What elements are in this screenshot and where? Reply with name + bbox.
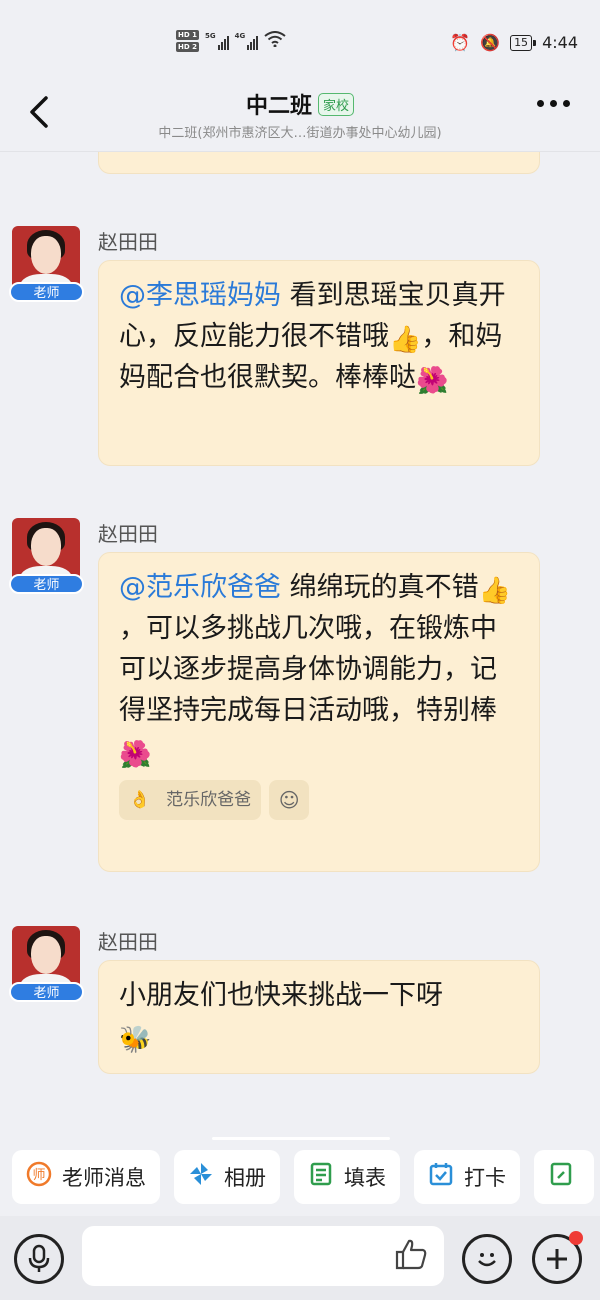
more-dot-icon xyxy=(563,100,570,107)
ok-hand-icon: 👌 xyxy=(129,789,151,810)
hd1-label: HD 1 xyxy=(176,30,199,40)
checkin-button[interactable]: 打卡 xyxy=(414,1150,520,1204)
alarm-icon: ⏰ xyxy=(450,33,471,52)
teacher-icon: 师 xyxy=(26,1161,52,1193)
notice-button[interactable] xyxy=(534,1150,594,1204)
svg-text:师: 师 xyxy=(32,1168,45,1183)
scroll-indicator xyxy=(212,1137,390,1140)
sender-name: 赵田田 xyxy=(98,522,158,546)
tool-label: 老师消息 xyxy=(62,1166,146,1190)
clock: 4:44 xyxy=(542,33,578,52)
thumbs-up-icon[interactable] xyxy=(394,1238,428,1278)
page-subtitle: 中二班(郑州市惠济区大…街道办事处中心幼儿园) xyxy=(158,126,442,141)
page-title: 中二班 xyxy=(245,94,312,119)
more-dot-icon xyxy=(537,100,544,107)
network-type-2: 4G xyxy=(234,32,246,40)
message-bubble[interactable]: @李思瑶妈妈 看到思瑶宝贝真开心，反应能力很不错哦👍，和妈妈配合也很默契。棒棒哒… xyxy=(98,260,540,466)
reaction-user: 范乐欣爸爸 xyxy=(166,789,252,810)
message-bubble[interactable]: @范乐欣爸爸 绵绵玩的真不错👍 ，可以多挑战几次哦，在锻炼中可以逐步提高身体协调能… xyxy=(98,552,540,872)
battery-icon: 15 xyxy=(510,34,537,51)
thumbs-up-emoji: 👍 xyxy=(389,325,422,355)
more-options-button[interactable] xyxy=(537,100,570,107)
mute-icon: 🔕 xyxy=(480,33,501,52)
signal-icon-2: 4G xyxy=(235,32,259,50)
mention-link[interactable]: @李思瑶妈妈 xyxy=(119,280,281,311)
pinwheel-icon xyxy=(188,1161,214,1193)
album-button[interactable]: 相册 xyxy=(174,1150,280,1204)
status-bar: HD 1 HD 2 5G 4G ⏰ 🔕 15 4:44 xyxy=(0,0,600,70)
nav-bar: 中二班 家校 中二班(郑州市惠济区大…街道办事处中心幼儿园) xyxy=(0,70,600,152)
flower-emoji: 🌺 xyxy=(416,366,449,396)
message-bubble[interactable]: 小朋友们也快来挑战一下呀 🐝 xyxy=(98,960,540,1074)
wifi-icon xyxy=(264,30,286,52)
emoji-button[interactable] xyxy=(462,1234,512,1284)
voice-button[interactable] xyxy=(14,1234,64,1284)
tool-label: 填表 xyxy=(344,1166,386,1190)
hd-indicator: HD 1 HD 2 xyxy=(176,30,199,52)
sender-name: 赵田田 xyxy=(98,230,158,254)
form-icon xyxy=(308,1161,334,1193)
microphone-icon xyxy=(28,1244,50,1272)
notification-dot xyxy=(569,1231,583,1245)
teacher-badge: 老师 xyxy=(9,282,84,302)
emoji-plus-icon[interactable]: ☺ xyxy=(269,780,310,820)
thumbs-up-emoji: 👍 xyxy=(478,576,511,606)
message-text: 绵绵玩的真不错 xyxy=(281,572,479,603)
checkin-icon xyxy=(428,1161,454,1193)
quick-toolbar: 师 老师消息 相册 填表 打卡 xyxy=(12,1150,594,1204)
notice-icon xyxy=(548,1161,574,1193)
smiley-icon xyxy=(478,1253,496,1267)
input-bar xyxy=(0,1216,600,1300)
bee-emoji: 🐝 xyxy=(119,1025,152,1055)
mention-link[interactable]: @范乐欣爸爸 xyxy=(119,572,281,603)
flower-emoji: 🌺 xyxy=(119,740,152,770)
sender-name: 赵田田 xyxy=(98,930,158,954)
more-dot-icon xyxy=(550,100,557,107)
teacher-badge: 老师 xyxy=(9,574,84,594)
network-type-1: 5G xyxy=(204,32,216,40)
reaction-chip[interactable]: 👌 范乐欣爸爸 xyxy=(119,780,262,820)
hd2-label: HD 2 xyxy=(176,42,199,52)
teacher-badge: 老师 xyxy=(9,982,84,1002)
plus-button[interactable] xyxy=(532,1231,583,1284)
teacher-message-button[interactable]: 师 老师消息 xyxy=(12,1150,160,1204)
message-text: ，可以多挑战几次哦，在锻炼中可以逐步提高身体协调能力，记得坚持完成每日活动哦，特… xyxy=(119,613,497,726)
tool-label: 相册 xyxy=(224,1166,266,1190)
message-text: 小朋友们也快来挑战一下呀 xyxy=(119,980,443,1011)
form-button[interactable]: 填表 xyxy=(294,1150,400,1204)
signal-icon: 5G xyxy=(205,32,229,50)
plus-icon xyxy=(547,1249,567,1269)
group-type-tag: 家校 xyxy=(318,92,355,116)
tool-label: 打卡 xyxy=(464,1166,506,1190)
message-input[interactable] xyxy=(82,1226,444,1286)
